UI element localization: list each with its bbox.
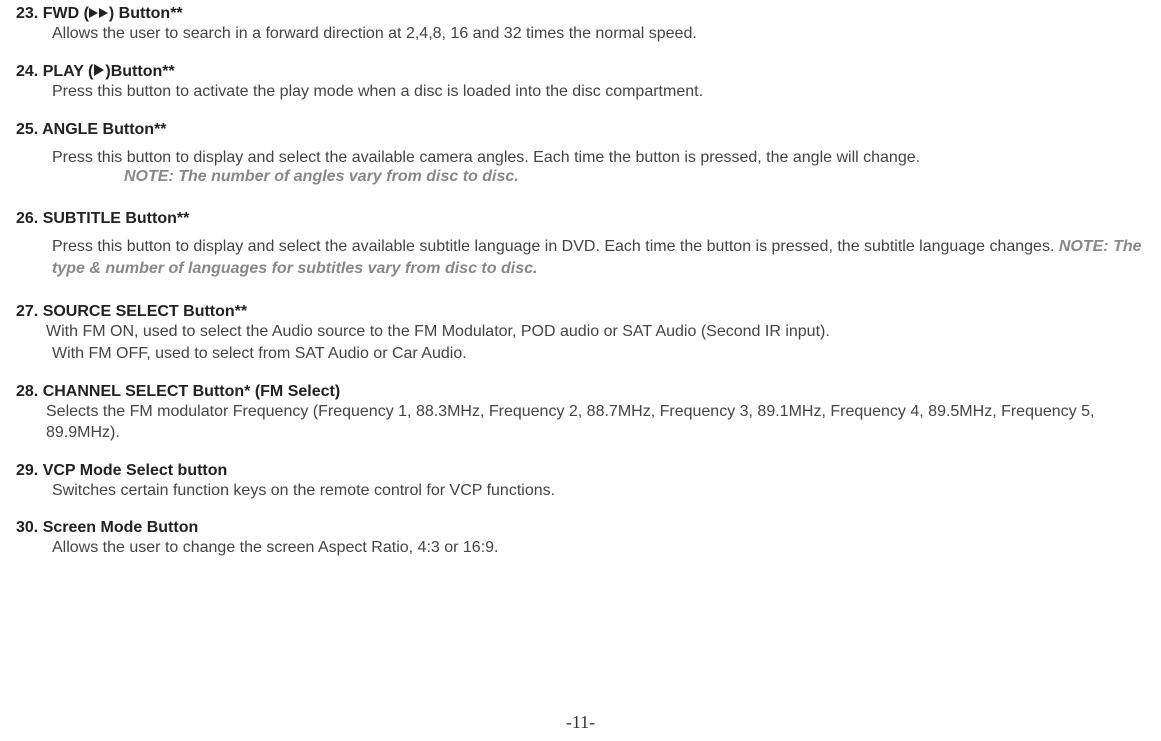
heading-24: 24. PLAY ( )Button**	[16, 63, 1145, 81]
heading-29: 29. VCP Mode Select button	[16, 462, 1145, 480]
body-29: Switches certain function keys on the re…	[16, 480, 1145, 502]
heading-23-post: ) Button**	[109, 5, 183, 22]
play-icon	[93, 63, 105, 81]
section-26: 26. SUBTITLE Button** Press this button …	[16, 210, 1145, 279]
body-28: Selects the FM modulator Frequency (Freq…	[16, 401, 1145, 444]
heading-23: 23. FWD ( ) Button**	[16, 5, 1145, 23]
section-24: 24. PLAY ( )Button** Press this button to…	[16, 63, 1145, 103]
page-number: -11-	[566, 712, 595, 733]
body-23: Allows the user to search in a forward d…	[16, 23, 1145, 45]
fast-forward-icon	[89, 5, 109, 23]
section-29: 29. VCP Mode Select button Switches cert…	[16, 462, 1145, 502]
body-25: Press this button to display and select …	[16, 147, 1145, 169]
section-28: 28. CHANNEL SELECT Button* (FM Select) S…	[16, 383, 1145, 444]
note-25: NOTE: The number of angles vary from dis…	[16, 168, 1145, 186]
heading-24-pre: 24. PLAY (	[16, 63, 93, 80]
body-26: Press this button to display and select …	[16, 236, 1145, 279]
section-25: 25. ANGLE Button** Press this button to …	[16, 121, 1145, 187]
body-24: Press this button to activate the play m…	[16, 81, 1145, 103]
heading-30: 30. Screen Mode Button	[16, 519, 1145, 537]
body-27-2: With FM OFF, used to select from SAT Aud…	[16, 343, 1145, 365]
body-26-pre: Press this button to display and select …	[52, 238, 1059, 255]
heading-25: 25. ANGLE Button**	[16, 121, 1145, 139]
section-30: 30. Screen Mode Button Allows the user t…	[16, 519, 1145, 559]
body-27-1: With FM ON, used to select the Audio sou…	[16, 321, 1145, 343]
heading-26: 26. SUBTITLE Button**	[16, 210, 1145, 228]
body-30: Allows the user to change the screen Asp…	[16, 537, 1145, 559]
section-27: 27. SOURCE SELECT Button** With FM ON, u…	[16, 303, 1145, 364]
heading-28: 28. CHANNEL SELECT Button* (FM Select)	[16, 383, 1145, 401]
heading-24-post: )Button**	[105, 63, 174, 80]
section-23: 23. FWD ( ) Button** Allows the user to s…	[16, 5, 1145, 45]
heading-23-pre: 23. FWD (	[16, 5, 89, 22]
heading-27: 27. SOURCE SELECT Button**	[16, 303, 1145, 321]
